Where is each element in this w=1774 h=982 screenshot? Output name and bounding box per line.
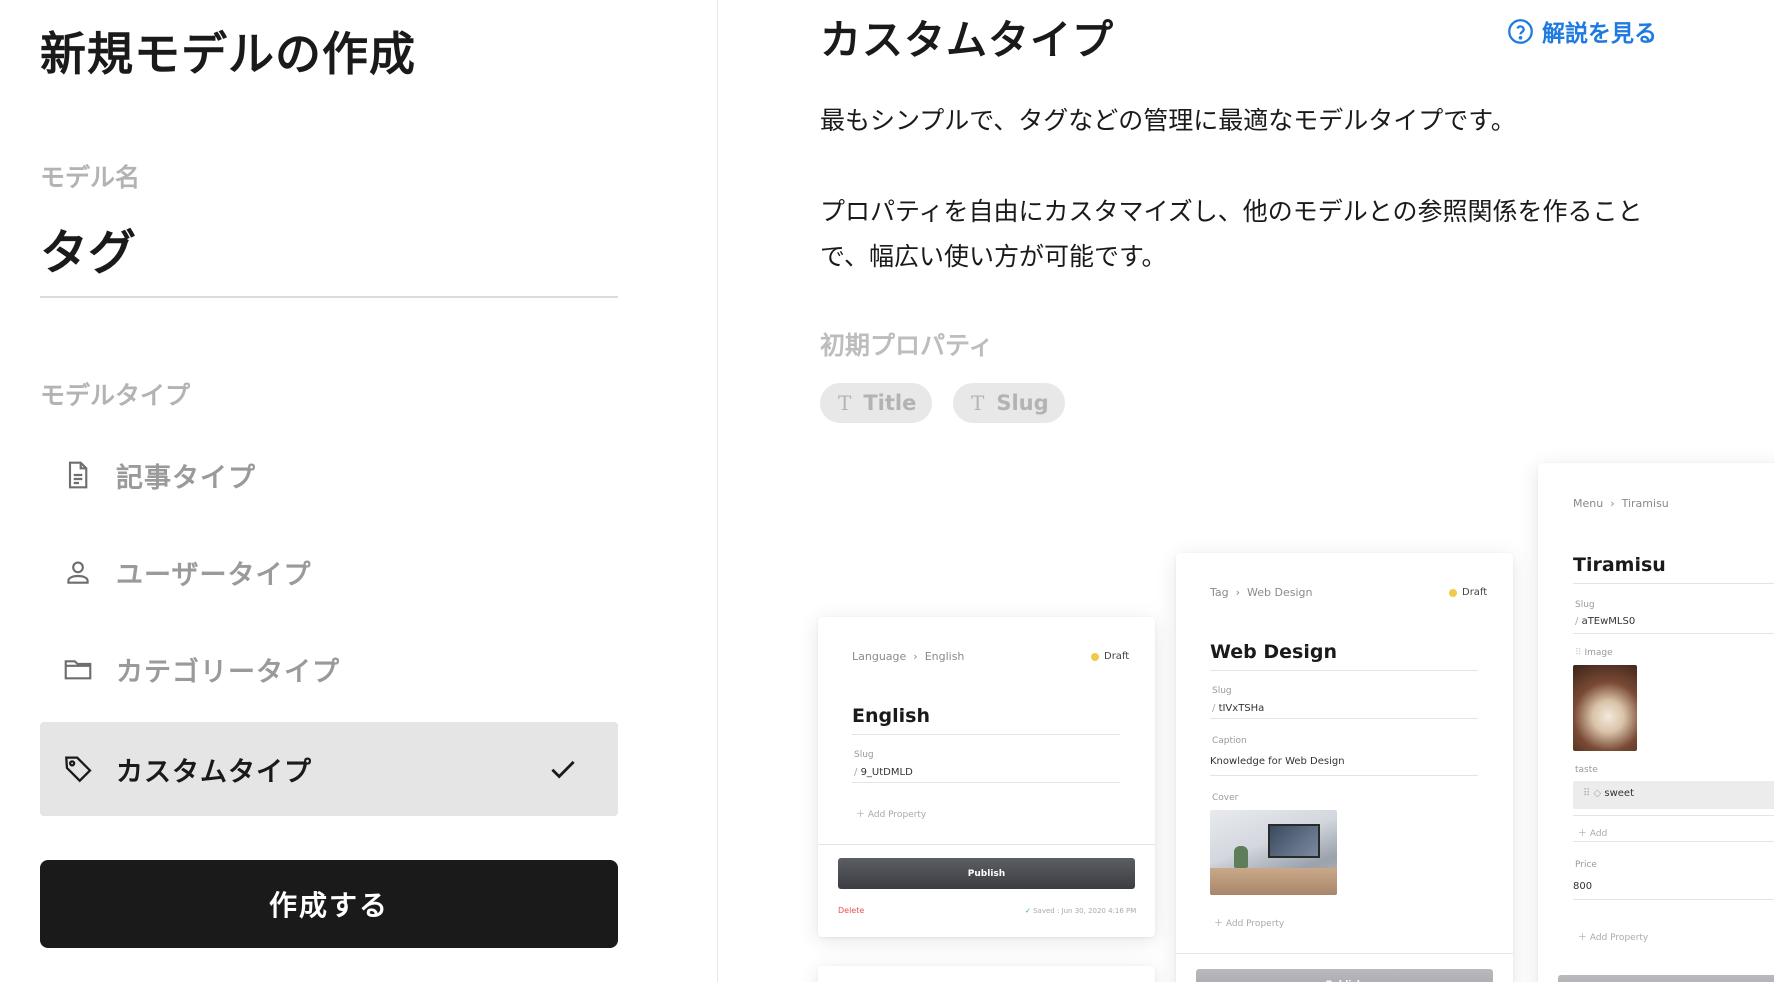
divider	[1573, 633, 1774, 634]
card-title: Tiramisu	[1573, 554, 1666, 576]
field-label: Cover	[1212, 793, 1239, 803]
field-label: Caption	[1212, 736, 1247, 746]
publish-button: Publish	[1196, 969, 1493, 982]
model-type-category[interactable]: カテゴリータイプ	[40, 622, 618, 716]
field-value: / aTEwMLS0	[1575, 616, 1636, 627]
divider	[1573, 841, 1774, 842]
field-value: / tIVxTSHa	[1212, 703, 1265, 714]
model-type-label: モデルタイプ	[40, 381, 191, 410]
card-title: Web Design	[1210, 641, 1337, 663]
add-property: ＋ Add Property	[1578, 933, 1649, 943]
field-value: 800	[1573, 881, 1593, 892]
publish-button	[1558, 975, 1774, 982]
divider	[1210, 775, 1478, 776]
breadcrumb: Language › English	[852, 650, 965, 663]
model-type-label-text: 記事タイプ	[116, 462, 256, 494]
check-icon	[551, 760, 575, 779]
field-label: ⠿ Image	[1575, 648, 1613, 658]
model-name-input[interactable]	[40, 212, 618, 298]
field-label: Slug	[1575, 600, 1595, 610]
divider	[1573, 815, 1774, 816]
model-type-detail-panel: カスタムタイプ 解説を見る 最もシンプルで、タグなどの管理に最適なモデルタイプで…	[719, 0, 1774, 982]
initial-properties-label: 初期プロパティ	[820, 331, 994, 360]
property-chip-slug: T Slug	[953, 383, 1065, 423]
preview-card-web-design: Tag › Web Design Draft Web Design Slug /…	[1176, 553, 1513, 982]
card-title: English	[852, 705, 930, 727]
help-link[interactable]: 解説を見る	[1507, 14, 1657, 48]
field-value: / 9_UtDMLD	[854, 767, 913, 778]
user-icon	[60, 554, 96, 590]
add-property: ＋ Add Property	[856, 810, 927, 820]
model-name-label: モデル名	[40, 163, 141, 192]
model-type-label-text: カスタムタイプ	[116, 756, 312, 788]
divider	[1573, 583, 1774, 584]
field-value: ⠿ ◇ sweet	[1583, 788, 1634, 799]
model-type-title: カスタムタイプ	[820, 16, 1114, 64]
field-label: taste	[1575, 765, 1598, 775]
saved-status: ✓ Saved : Jun 30, 2020 4:16 PM	[1025, 907, 1137, 915]
page: 新規モデルの作成 モデル名 モデルタイプ 記事タイプ ユーザータイプ カテゴリー…	[0, 0, 1774, 982]
divider	[818, 844, 1155, 845]
create-button[interactable]: 作成する	[40, 860, 618, 948]
model-type-user[interactable]: ユーザータイプ	[40, 525, 618, 619]
preview-card-stub	[818, 966, 1155, 982]
field-label: Slug	[854, 750, 874, 760]
field-value: Knowledge for Web Design	[1210, 756, 1345, 767]
divider	[852, 782, 1120, 783]
add-property: ＋ Add Property	[1214, 919, 1285, 929]
description-2: プロパティを自由にカスタマイズし、他のモデルとの参照関係を作ることで、幅広い使い…	[820, 197, 1643, 271]
add-tag: ＋ Add	[1578, 829, 1608, 839]
page-title: 新規モデルの作成	[40, 27, 416, 81]
model-type-custom[interactable]: カスタムタイプ	[40, 722, 618, 816]
text-type-icon: T	[838, 391, 852, 415]
model-type-label-text: ユーザータイプ	[116, 559, 312, 591]
create-model-panel: 新規モデルの作成 モデル名 モデルタイプ 記事タイプ ユーザータイプ カテゴリー…	[0, 0, 718, 982]
folder-icon	[60, 651, 96, 687]
text-type-icon: T	[971, 391, 985, 415]
document-icon	[60, 457, 96, 493]
cover-image	[1210, 810, 1337, 895]
breadcrumb: Tag › Web Design	[1210, 586, 1313, 599]
chip-label: Slug	[996, 391, 1049, 415]
status-badge: Draft	[1091, 651, 1129, 662]
publish-button: Publish	[838, 858, 1135, 889]
status-badge: Draft	[1449, 587, 1487, 598]
preview-card-english: Language › English Draft English Slug / …	[818, 617, 1155, 937]
question-icon	[1508, 18, 1533, 44]
divider	[852, 734, 1120, 735]
model-type-article[interactable]: 記事タイプ	[40, 428, 618, 522]
model-type-label-text: カテゴリータイプ	[116, 656, 340, 688]
divider	[1210, 670, 1478, 671]
property-chip-title: T Title	[820, 383, 933, 423]
divider	[1210, 718, 1478, 719]
tag-icon	[60, 751, 96, 787]
chip-label: Title	[863, 391, 917, 415]
divider	[1573, 899, 1774, 900]
breadcrumb: Menu › Tiramisu	[1573, 497, 1669, 510]
field-label: Slug	[1212, 686, 1232, 696]
description-1: 最もシンプルで、タグなどの管理に最適なモデルタイプです。	[820, 106, 1516, 135]
help-link-text: 解説を見る	[1542, 21, 1657, 47]
preview-card-tiramisu: Menu › Tiramisu Tiramisu Slug / aTEwMLS0…	[1538, 463, 1774, 982]
delete-link: Delete	[838, 906, 865, 915]
food-image	[1573, 665, 1637, 751]
divider	[1176, 953, 1513, 954]
field-label: Price	[1575, 860, 1597, 870]
